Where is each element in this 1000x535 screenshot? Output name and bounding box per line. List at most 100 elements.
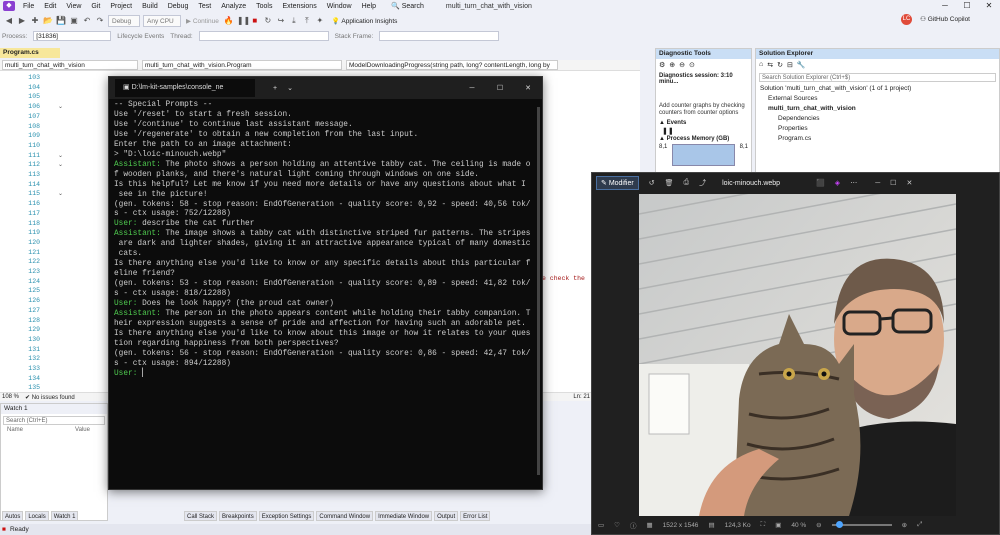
menu-item-git[interactable]: Git [86, 3, 105, 10]
menu-item-extensions[interactable]: Extensions [277, 3, 321, 10]
tab-breakpoints[interactable]: Breakpoints [219, 511, 257, 521]
save-icon[interactable]: 💾 [56, 16, 66, 26]
reset-zoom-icon[interactable]: ⊙ [689, 61, 695, 69]
photos-minimize-icon[interactable]: ─ [875, 180, 880, 187]
tree-dependencies[interactable]: Dependencies [756, 114, 999, 124]
tree-project[interactable]: multi_turn_chat_with_vision [756, 104, 999, 114]
menu-item-view[interactable]: View [61, 3, 86, 10]
sol-search-input[interactable]: Search Solution Explorer (Ctrl+$) [759, 73, 996, 82]
tab-error-list[interactable]: Error List [460, 511, 491, 521]
stack-frame-combo[interactable] [379, 31, 500, 41]
menu-item-analyze[interactable]: Analyze [216, 3, 251, 10]
tab-immediate-window[interactable]: Immediate Window [375, 511, 433, 521]
hot-reload-icon[interactable]: 🔥 [224, 16, 234, 26]
console-maximize-icon[interactable]: ☐ [486, 84, 514, 92]
delete-icon[interactable]: 🗑 [665, 179, 674, 187]
pause-events-icon[interactable]: ❚❚ [656, 127, 751, 135]
step-into-icon[interactable]: ⤓ [289, 16, 299, 26]
vs-search-box[interactable]: 🔍 Search [387, 2, 428, 10]
collapse-icon[interactable]: ⊟ [787, 61, 793, 69]
config-combo[interactable]: Debug [108, 15, 140, 27]
zoom-slider[interactable] [831, 521, 892, 528]
rotate-icon[interactable]: ↺ [649, 179, 655, 187]
lifecycle-events-button[interactable]: Lifecycle Events [117, 33, 164, 40]
photos-close-icon[interactable]: ✕ [906, 179, 912, 187]
wrench-icon[interactable]: 🔧 [797, 61, 806, 69]
fold-chevron-icon[interactable]: ⌄ [58, 190, 63, 197]
flame-icon[interactable]: ✦ [315, 16, 325, 26]
tab-command-window[interactable]: Command Window [316, 511, 374, 521]
thread-combo[interactable] [198, 31, 329, 41]
redo-icon[interactable]: ↷ [95, 16, 105, 26]
fullscreen-icon[interactable]: ⤢ [917, 521, 922, 529]
continue-button[interactable]: ▶ Continue [184, 17, 221, 25]
open-icon[interactable]: 📂 [43, 16, 53, 26]
save-all-icon[interactable]: ▣ [69, 16, 79, 26]
step-out-icon[interactable]: ⤒ [302, 16, 312, 26]
maximize-icon[interactable]: ☐ [956, 0, 978, 12]
console-tab[interactable]: ▣ D:\lm-kit-samples\console_ne [115, 79, 255, 97]
crop-tool-icon[interactable]: ⬛ [816, 179, 825, 187]
menu-item-project[interactable]: Project [105, 3, 137, 10]
copilot-button[interactable]: ⚇ GitHub Copilot [920, 15, 970, 23]
new-item-icon[interactable]: ✚ [30, 16, 40, 26]
menu-item-window[interactable]: Window [322, 3, 357, 10]
photos-maximize-icon[interactable]: ☐ [890, 179, 896, 187]
zoom-in-icon[interactable]: ⊕ [669, 61, 675, 69]
tab-program-cs[interactable]: Program.cs [0, 48, 60, 58]
nav-class-combo[interactable]: multi_turn_chat_with_vision.Program [142, 60, 342, 70]
step-over-icon[interactable]: ↪ [276, 16, 286, 26]
platform-combo[interactable]: Any CPU [143, 15, 181, 27]
fit-icon[interactable]: ⛶ [761, 521, 766, 529]
avatar[interactable]: LC [901, 14, 912, 25]
back-icon[interactable]: ◀ [4, 16, 14, 26]
tab-call-stack[interactable]: Call Stack [184, 511, 218, 521]
zoom-level[interactable]: 108 % [2, 394, 19, 400]
issues-indicator[interactable]: ✔ No issues found [25, 394, 75, 401]
undo-icon[interactable]: ↶ [82, 16, 92, 26]
app-insights-button[interactable]: 💡 Application Insights [332, 17, 398, 25]
vs-logo-icon[interactable]: ◆ [3, 1, 15, 11]
favorite-icon[interactable]: ♡ [614, 521, 620, 529]
nav-member-combo[interactable]: ModelDownloadingProgress(string path, lo… [346, 60, 558, 70]
new-tab-icon[interactable]: + [273, 85, 277, 92]
menu-item-help[interactable]: Help [357, 3, 381, 10]
watch-search-input[interactable]: Search (Ctrl+E) [3, 416, 105, 425]
zoom-slider-knob[interactable] [835, 521, 843, 528]
pause-icon[interactable]: ❚❚ [237, 16, 250, 26]
tab-autos[interactable]: Autos [2, 511, 24, 521]
restart-icon[interactable]: ↻ [263, 16, 273, 26]
refresh-icon[interactable]: ↻ [777, 61, 783, 69]
zoom-out-icon[interactable]: ⊖ [679, 61, 685, 69]
sync-icon[interactable]: ⇆ [767, 61, 773, 69]
tree-external-sources[interactable]: External Sources [756, 94, 999, 104]
tab-dropdown-icon[interactable]: ⌄ [287, 84, 293, 92]
console-window[interactable]: ▣ D:\lm-kit-samples\console_ne + ⌄ ─ ☐ ✕… [108, 76, 543, 490]
process-combo[interactable]: [31836] multi_turn_chat_with_visic [33, 31, 112, 41]
console-close-icon[interactable]: ✕ [514, 84, 542, 92]
tree-properties[interactable]: Properties [756, 124, 999, 134]
menu-item-file[interactable]: File [18, 3, 39, 10]
zoom-out-photos-icon[interactable]: ⊖ [816, 521, 821, 529]
edit-button[interactable]: ✎ Modifier [596, 176, 639, 190]
filmstrip-icon[interactable]: ▭ [598, 521, 604, 529]
tree-program-cs[interactable]: Program.cs [756, 134, 999, 144]
stop-icon[interactable]: ■ [250, 16, 260, 26]
console-scrollbar[interactable] [537, 107, 540, 475]
menu-item-debug[interactable]: Debug [163, 3, 194, 10]
tab-exception-settings[interactable]: Exception Settings [258, 511, 315, 521]
fold-chevron-icon[interactable]: ⌄ [58, 152, 63, 159]
close-icon[interactable]: ✕ [978, 0, 1000, 12]
menu-item-test[interactable]: Test [193, 3, 216, 10]
fold-chevron-icon[interactable]: ⌄ [58, 161, 63, 168]
settings-icon[interactable]: ⚙ [659, 61, 665, 69]
zoom-level-photos[interactable]: 40 % [791, 522, 806, 529]
minimize-icon[interactable]: ─ [934, 0, 956, 12]
share-icon[interactable]: ⤴ [699, 178, 706, 188]
tab-output[interactable]: Output [434, 511, 459, 521]
clipchamp-icon[interactable]: ◈ [835, 179, 840, 187]
info-icon[interactable]: ⓘ [630, 520, 637, 530]
menu-item-edit[interactable]: Edit [39, 3, 61, 10]
nav-project-combo[interactable]: multi_turn_chat_with_vision [2, 60, 138, 70]
more-icon[interactable]: ⋯ [850, 179, 857, 187]
